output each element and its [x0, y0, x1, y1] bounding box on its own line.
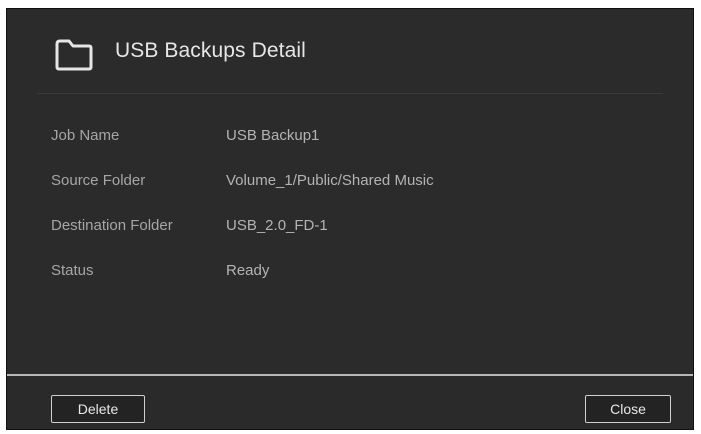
close-button[interactable]: Close — [585, 395, 671, 423]
detail-row-source-folder: Source Folder Volume_1/Public/Shared Mus… — [7, 172, 693, 194]
dialog-header: USB Backups Detail — [7, 9, 693, 93]
destination-folder-value: USB_2.0_FD-1 — [226, 217, 328, 234]
detail-row-status: Status Ready — [7, 262, 693, 284]
usb-backups-detail-dialog: USB Backups Detail Job Name USB Backup1 … — [6, 8, 694, 430]
dialog-title: USB Backups Detail — [115, 39, 306, 62]
delete-button[interactable]: Delete — [51, 395, 145, 423]
source-folder-value: Volume_1/Public/Shared Music — [226, 172, 434, 189]
status-value: Ready — [226, 262, 270, 279]
detail-row-job-name: Job Name USB Backup1 — [7, 127, 693, 149]
detail-row-destination-folder: Destination Folder USB_2.0_FD-1 — [7, 217, 693, 239]
dialog-footer: Delete Close — [7, 376, 693, 429]
header-divider — [37, 93, 663, 94]
destination-folder-label: Destination Folder — [51, 217, 173, 234]
source-folder-label: Source Folder — [51, 172, 146, 189]
folder-icon — [53, 37, 95, 71]
job-name-value: USB Backup1 — [226, 127, 320, 144]
job-name-label: Job Name — [51, 127, 120, 144]
status-label: Status — [51, 262, 94, 279]
